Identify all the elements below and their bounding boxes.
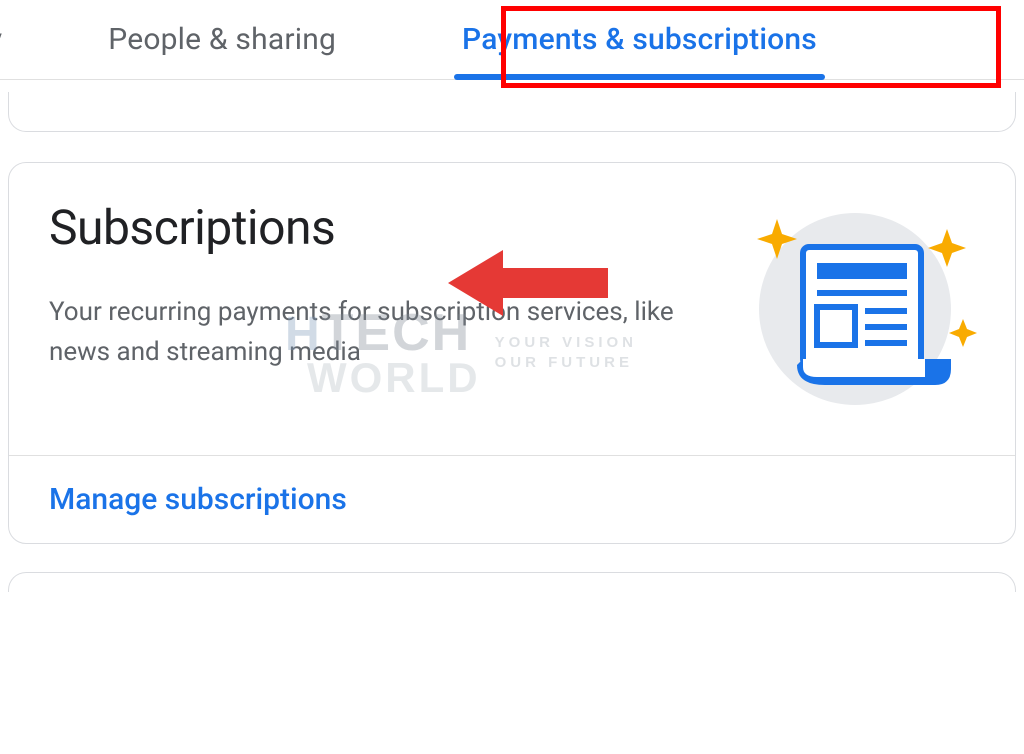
card-title: Subscriptions [49, 199, 695, 256]
card-body: Subscriptions Your recurring payments fo… [9, 163, 1015, 455]
tab-payments-label: Payments & subscriptions [462, 22, 817, 57]
manage-subscriptions-link[interactable]: Manage subscriptions [49, 482, 347, 517]
active-tab-indicator [454, 74, 825, 80]
tabs-bar: rity People & sharing Payments & subscri… [0, 0, 1024, 80]
tab-payments-subscriptions[interactable]: Payments & subscriptions [434, 0, 845, 79]
newspaper-sparkle-icon [725, 199, 985, 419]
previous-card-stub [8, 92, 1016, 132]
subscriptions-card: Subscriptions Your recurring payments fo… [8, 162, 1016, 544]
card-action-row[interactable]: Manage subscriptions [9, 455, 1015, 543]
next-card-stub [8, 572, 1016, 592]
tab-security-partial[interactable]: rity [0, 0, 30, 79]
subscriptions-illustration [725, 199, 985, 419]
card-text: Subscriptions Your recurring payments fo… [49, 199, 725, 419]
card-description: Your recurring payments for subscription… [49, 292, 695, 373]
tab-people-sharing[interactable]: People & sharing [80, 0, 364, 79]
